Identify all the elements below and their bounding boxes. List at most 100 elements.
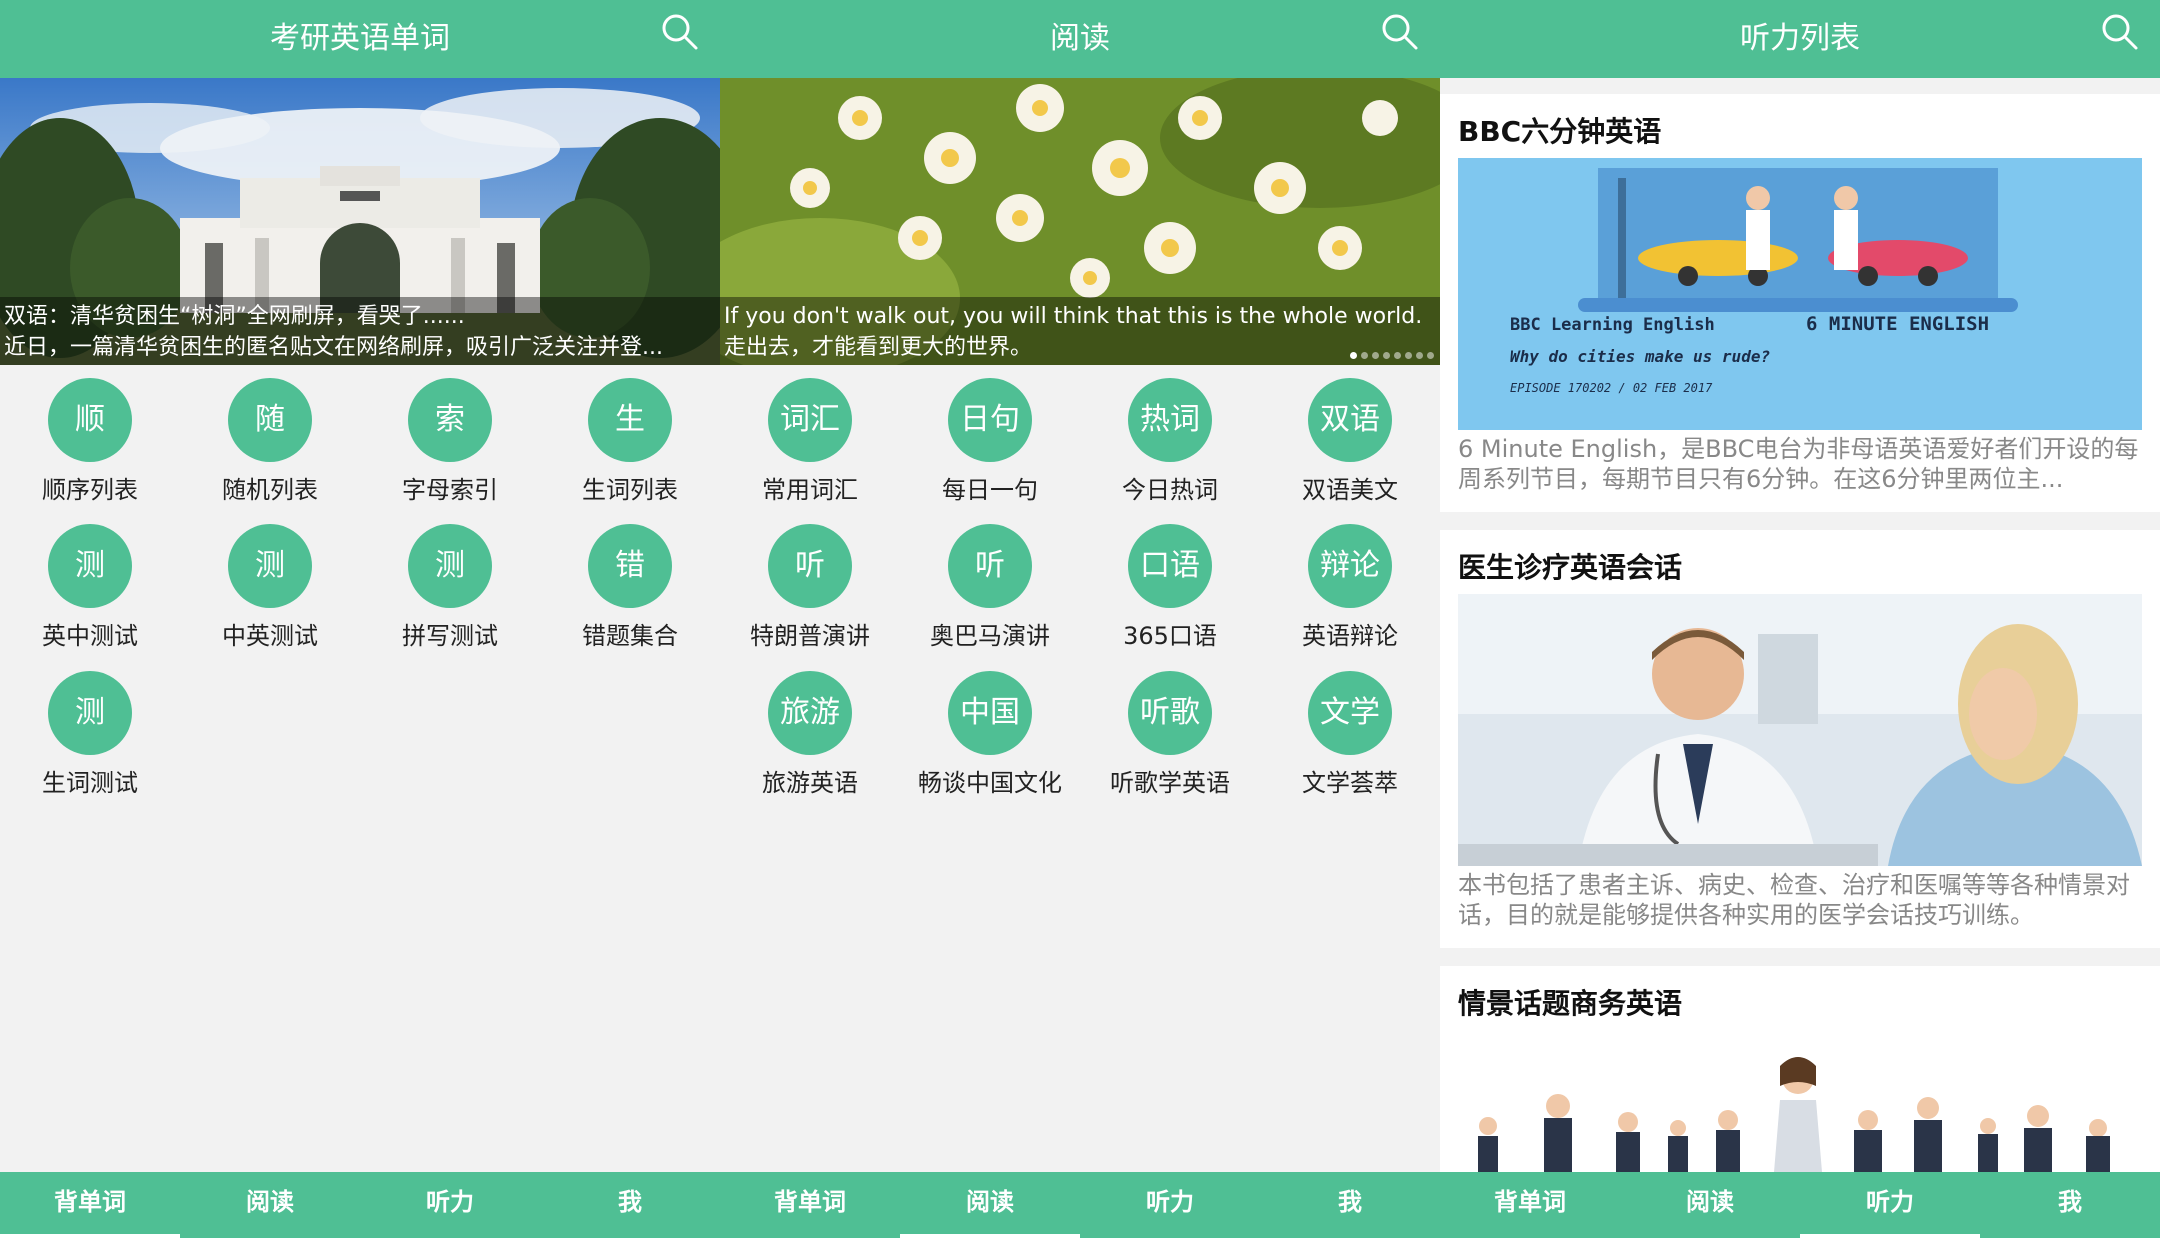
menu-icon-circle: 日句: [948, 378, 1032, 462]
menu-icon-circle: 辩论: [1308, 524, 1392, 608]
card-title: BBC六分钟英语: [1458, 115, 1662, 148]
menu-item-songs[interactable]: 听歌 听歌学英语: [1080, 669, 1260, 809]
tab-words[interactable]: 背单词: [0, 1172, 180, 1238]
menu-icon-circle: 测: [48, 671, 132, 755]
banner-caption-english: If you don't walk out, you will think th…: [724, 304, 1423, 329]
tab-listening[interactable]: 听力: [1080, 1172, 1260, 1238]
listening-card-business[interactable]: 情景话题商务英语: [1440, 966, 2160, 1172]
menu-item-english-debate[interactable]: 辩论 英语辩论: [1260, 522, 1440, 662]
menu-item-literature[interactable]: 文学 文学荟萃: [1260, 669, 1440, 809]
menu-item-bilingual-essays[interactable]: 双语 双语美文: [1260, 376, 1440, 516]
top-bar: 阅读: [720, 0, 1440, 78]
search-icon[interactable]: [2098, 10, 2142, 54]
menu-label: 畅谈中国文化: [918, 769, 1062, 797]
bbc-image-series: 6 MINUTE ENGLISH: [1806, 313, 1989, 335]
menu-icon-circle: 听: [948, 524, 1032, 608]
top-bar: 听力列表: [1440, 0, 2160, 78]
menu-icon-circle: 中国: [948, 671, 1032, 755]
tab-me[interactable]: 我: [1260, 1172, 1440, 1238]
tab-listening[interactable]: 听力: [1800, 1172, 1980, 1238]
menu-icon-circle: 测: [48, 524, 132, 608]
bottom-tab-bar: 背单词 阅读 听力 我: [1440, 1172, 2160, 1238]
menu-item-hot-words[interactable]: 热词 今日热词: [1080, 376, 1260, 516]
search-icon[interactable]: [658, 10, 702, 54]
listening-card-medical[interactable]: 医生诊疗英语会话 本书包括了患者主诉、病史、检查、治疗和医嘱等等各种情景对话，目…: [1440, 530, 2160, 948]
menu-label: 听歌学英语: [1110, 769, 1230, 797]
menu-label: 随机列表: [222, 476, 318, 504]
menu-label: 生词测试: [42, 769, 138, 797]
search-icon[interactable]: [1378, 10, 1422, 54]
menu-item-en-zh-test[interactable]: 测英中测试: [0, 522, 180, 662]
screen-reading: 阅读 If you don't walk out, you will think…: [720, 0, 1440, 1238]
tab-reading[interactable]: 阅读: [900, 1172, 1080, 1238]
menu-icon-circle: 听: [768, 524, 852, 608]
menu-item-daily-sentence[interactable]: 日句 每日一句: [900, 376, 1080, 516]
page-title: 考研英语单词: [270, 21, 450, 56]
tab-me[interactable]: 我: [1980, 1172, 2160, 1238]
listening-card-bbc[interactable]: BBC六分钟英语 BBC Learning English 6 MINUTE E…: [1440, 94, 2160, 512]
menu-item-365-spoken[interactable]: 口语 365口语: [1080, 522, 1260, 662]
bottom-tab-bar: 背单词 阅读 听力 我: [0, 1172, 720, 1238]
banner-caption-summary: 近日，一篇清华贫困生的匿名贴文在网络刷屏，吸引广泛关注并登...: [4, 335, 663, 360]
menu-item-wrong-answers[interactable]: 错错题集合: [540, 522, 720, 662]
tab-listening[interactable]: 听力: [360, 1172, 540, 1238]
menu-icon-circle: 口语: [1128, 524, 1212, 608]
menu-label: 拼写测试: [402, 622, 498, 650]
menu-item-trump-speeches[interactable]: 听特朗普演讲: [720, 522, 900, 662]
menu-label: 特朗普演讲: [750, 622, 870, 650]
tab-me[interactable]: 我: [540, 1172, 720, 1238]
menu-icon-circle: 旅游: [768, 671, 852, 755]
menu-item-travel-english[interactable]: 旅游 旅游英语: [720, 669, 900, 809]
tab-words[interactable]: 背单词: [1440, 1172, 1620, 1238]
tab-reading[interactable]: 阅读: [1620, 1172, 1800, 1238]
tab-words[interactable]: 背单词: [720, 1172, 900, 1238]
menu-label: 生词列表: [582, 476, 678, 504]
menu-item-alphabet-index[interactable]: 索字母索引: [360, 376, 540, 516]
card-image-doctor: [1458, 594, 2142, 866]
menu-icon-circle: 文学: [1308, 671, 1392, 755]
menu-item-new-words-test[interactable]: 测生词测试: [0, 669, 180, 809]
menu-item-common-vocabulary[interactable]: 词汇 常用词汇: [720, 376, 900, 516]
tab-reading[interactable]: 阅读: [180, 1172, 360, 1238]
page-title: 听力列表: [1740, 21, 1860, 56]
menu-icon-circle: 听歌: [1128, 671, 1212, 755]
menu-label: 错题集合: [582, 622, 678, 650]
menu-icon-circle: 测: [228, 524, 312, 608]
screen-listening: 听力列表 BBC六分钟英语 BBC Learning English 6 MIN…: [1440, 0, 2160, 1238]
menu-label: 文学荟萃: [1302, 769, 1398, 797]
menu-item-zh-en-test[interactable]: 测中英测试: [180, 522, 360, 662]
menu-item-chinese-culture[interactable]: 中国 畅谈中国文化: [900, 669, 1080, 809]
banner-caption-title: 双语：清华贫困生“树洞”全网刷屏，看哭了......: [4, 304, 465, 329]
menu-label: 365口语: [1123, 622, 1217, 650]
menu-item-sequential-list[interactable]: 顺顺序列表: [0, 376, 180, 516]
menu-item-new-words-list[interactable]: 生生词列表: [540, 376, 720, 516]
card-title: 情景话题商务英语: [1458, 987, 1683, 1020]
bbc-image-brand: BBC Learning English: [1510, 315, 1715, 335]
menu-label: 中英测试: [222, 622, 318, 650]
menu-item-random-list[interactable]: 随随机列表: [180, 376, 360, 516]
banner-carousel[interactable]: If you don't walk out, you will think th…: [720, 78, 1440, 365]
menu-label: 旅游英语: [762, 769, 858, 797]
menu-icon-circle: 生: [588, 378, 672, 462]
card-description: 本书包括了患者主诉、病史、检查、治疗和医嘱等等各种情景对话，目的就是能够提供各种…: [1458, 871, 2130, 929]
menu-item-spelling-test[interactable]: 测拼写测试: [360, 522, 540, 662]
menu-icon-circle: 错: [588, 524, 672, 608]
menu-label: 双语美文: [1302, 476, 1398, 504]
menu-icon-circle: 词汇: [768, 378, 852, 462]
banner-caption: 双语：清华贫困生“树洞”全网刷屏，看哭了...... 近日，一篇清华贫困生的匿名…: [0, 297, 720, 365]
menu-label: 常用词汇: [762, 476, 858, 504]
menu-icon-circle: 热词: [1128, 378, 1212, 462]
menu-icon-circle: 双语: [1308, 378, 1392, 462]
menu-icon-circle: 随: [228, 378, 312, 462]
menu-icon-circle: 索: [408, 378, 492, 462]
menu-label: 顺序列表: [42, 476, 138, 504]
menu-label: 奥巴马演讲: [930, 622, 1050, 650]
banner-carousel[interactable]: 双语：清华贫困生“树洞”全网刷屏，看哭了...... 近日，一篇清华贫困生的匿名…: [0, 78, 720, 365]
bbc-image-episode-title: Why do cities make us rude?: [1510, 347, 1770, 366]
menu-icon-circle: 顺: [48, 378, 132, 462]
menu-label: 英中测试: [42, 622, 138, 650]
menu-icon-circle: 测: [408, 524, 492, 608]
menu-item-obama-speeches[interactable]: 听奥巴马演讲: [900, 522, 1080, 662]
banner-caption-chinese: 走出去，才能看到更大的世界。: [724, 335, 1033, 360]
bbc-image-episode-date: EPISODE 170202 / 02 FEB 2017: [1510, 381, 1713, 395]
